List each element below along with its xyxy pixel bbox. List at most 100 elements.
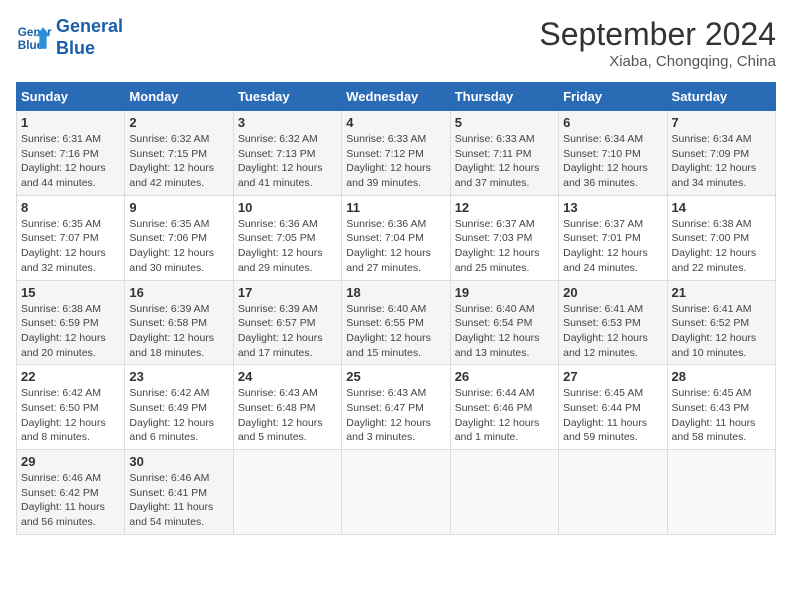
- logo-text: General Blue: [56, 16, 123, 59]
- day-number: 4: [346, 115, 445, 130]
- calendar-cell: 10 Sunrise: 6:36 AM Sunset: 7:05 PM Dayl…: [233, 195, 341, 280]
- calendar-cell: 11 Sunrise: 6:36 AM Sunset: 7:04 PM Dayl…: [342, 195, 450, 280]
- day-info: Sunrise: 6:31 AM Sunset: 7:16 PM Dayligh…: [21, 132, 120, 191]
- calendar-cell: 22 Sunrise: 6:42 AM Sunset: 6:50 PM Dayl…: [17, 365, 125, 450]
- weekday-header: Friday: [559, 83, 667, 111]
- day-info: Sunrise: 6:45 AM Sunset: 6:44 PM Dayligh…: [563, 386, 662, 445]
- calendar-cell: [667, 450, 775, 535]
- day-number: 10: [238, 200, 337, 215]
- calendar-cell: 16 Sunrise: 6:39 AM Sunset: 6:58 PM Dayl…: [125, 280, 233, 365]
- calendar-week-row: 1 Sunrise: 6:31 AM Sunset: 7:16 PM Dayli…: [17, 111, 776, 196]
- calendar-cell: 23 Sunrise: 6:42 AM Sunset: 6:49 PM Dayl…: [125, 365, 233, 450]
- calendar-cell: 6 Sunrise: 6:34 AM Sunset: 7:10 PM Dayli…: [559, 111, 667, 196]
- weekday-header: Wednesday: [342, 83, 450, 111]
- day-info: Sunrise: 6:38 AM Sunset: 7:00 PM Dayligh…: [672, 217, 771, 276]
- day-number: 21: [672, 285, 771, 300]
- day-number: 13: [563, 200, 662, 215]
- day-info: Sunrise: 6:42 AM Sunset: 6:50 PM Dayligh…: [21, 386, 120, 445]
- day-info: Sunrise: 6:46 AM Sunset: 6:42 PM Dayligh…: [21, 471, 120, 530]
- day-number: 9: [129, 200, 228, 215]
- day-info: Sunrise: 6:40 AM Sunset: 6:54 PM Dayligh…: [455, 302, 554, 361]
- calendar-cell: 9 Sunrise: 6:35 AM Sunset: 7:06 PM Dayli…: [125, 195, 233, 280]
- day-number: 20: [563, 285, 662, 300]
- calendar-cell: 8 Sunrise: 6:35 AM Sunset: 7:07 PM Dayli…: [17, 195, 125, 280]
- day-info: Sunrise: 6:46 AM Sunset: 6:41 PM Dayligh…: [129, 471, 228, 530]
- day-info: Sunrise: 6:45 AM Sunset: 6:43 PM Dayligh…: [672, 386, 771, 445]
- day-number: 16: [129, 285, 228, 300]
- calendar-cell: 3 Sunrise: 6:32 AM Sunset: 7:13 PM Dayli…: [233, 111, 341, 196]
- page-header: General Blue General Blue September 2024…: [16, 16, 776, 70]
- calendar-cell: [342, 450, 450, 535]
- day-number: 27: [563, 369, 662, 384]
- weekday-header: Thursday: [450, 83, 558, 111]
- day-info: Sunrise: 6:35 AM Sunset: 7:07 PM Dayligh…: [21, 217, 120, 276]
- day-info: Sunrise: 6:35 AM Sunset: 7:06 PM Dayligh…: [129, 217, 228, 276]
- weekday-header-row: SundayMondayTuesdayWednesdayThursdayFrid…: [17, 83, 776, 111]
- calendar-cell: 24 Sunrise: 6:43 AM Sunset: 6:48 PM Dayl…: [233, 365, 341, 450]
- day-info: Sunrise: 6:33 AM Sunset: 7:12 PM Dayligh…: [346, 132, 445, 191]
- day-info: Sunrise: 6:39 AM Sunset: 6:57 PM Dayligh…: [238, 302, 337, 361]
- calendar-cell: 15 Sunrise: 6:38 AM Sunset: 6:59 PM Dayl…: [17, 280, 125, 365]
- calendar-cell: 29 Sunrise: 6:46 AM Sunset: 6:42 PM Dayl…: [17, 450, 125, 535]
- day-info: Sunrise: 6:43 AM Sunset: 6:48 PM Dayligh…: [238, 386, 337, 445]
- day-number: 18: [346, 285, 445, 300]
- day-number: 25: [346, 369, 445, 384]
- day-number: 30: [129, 454, 228, 469]
- calendar-cell: 27 Sunrise: 6:45 AM Sunset: 6:44 PM Dayl…: [559, 365, 667, 450]
- calendar-cell: 1 Sunrise: 6:31 AM Sunset: 7:16 PM Dayli…: [17, 111, 125, 196]
- calendar-cell: 14 Sunrise: 6:38 AM Sunset: 7:00 PM Dayl…: [667, 195, 775, 280]
- day-number: 12: [455, 200, 554, 215]
- calendar-cell: [559, 450, 667, 535]
- weekday-header: Monday: [125, 83, 233, 111]
- calendar-week-row: 8 Sunrise: 6:35 AM Sunset: 7:07 PM Dayli…: [17, 195, 776, 280]
- day-number: 6: [563, 115, 662, 130]
- day-number: 11: [346, 200, 445, 215]
- day-info: Sunrise: 6:43 AM Sunset: 6:47 PM Dayligh…: [346, 386, 445, 445]
- day-number: 8: [21, 200, 120, 215]
- calendar-cell: 4 Sunrise: 6:33 AM Sunset: 7:12 PM Dayli…: [342, 111, 450, 196]
- calendar-cell: 17 Sunrise: 6:39 AM Sunset: 6:57 PM Dayl…: [233, 280, 341, 365]
- logo: General Blue General Blue: [16, 16, 123, 59]
- day-number: 17: [238, 285, 337, 300]
- day-info: Sunrise: 6:32 AM Sunset: 7:13 PM Dayligh…: [238, 132, 337, 191]
- calendar-cell: [233, 450, 341, 535]
- calendar-cell: 5 Sunrise: 6:33 AM Sunset: 7:11 PM Dayli…: [450, 111, 558, 196]
- day-info: Sunrise: 6:37 AM Sunset: 7:01 PM Dayligh…: [563, 217, 662, 276]
- day-number: 5: [455, 115, 554, 130]
- day-number: 22: [21, 369, 120, 384]
- calendar-table: SundayMondayTuesdayWednesdayThursdayFrid…: [16, 82, 776, 535]
- day-info: Sunrise: 6:41 AM Sunset: 6:52 PM Dayligh…: [672, 302, 771, 361]
- day-number: 15: [21, 285, 120, 300]
- day-info: Sunrise: 6:36 AM Sunset: 7:04 PM Dayligh…: [346, 217, 445, 276]
- day-info: Sunrise: 6:44 AM Sunset: 6:46 PM Dayligh…: [455, 386, 554, 445]
- calendar-cell: 30 Sunrise: 6:46 AM Sunset: 6:41 PM Dayl…: [125, 450, 233, 535]
- day-number: 7: [672, 115, 771, 130]
- day-info: Sunrise: 6:38 AM Sunset: 6:59 PM Dayligh…: [21, 302, 120, 361]
- calendar-cell: [450, 450, 558, 535]
- day-number: 28: [672, 369, 771, 384]
- weekday-header: Saturday: [667, 83, 775, 111]
- title-block: September 2024 Xiaba, Chongqing, China: [539, 16, 776, 70]
- day-number: 23: [129, 369, 228, 384]
- day-number: 29: [21, 454, 120, 469]
- day-number: 14: [672, 200, 771, 215]
- day-number: 3: [238, 115, 337, 130]
- day-info: Sunrise: 6:39 AM Sunset: 6:58 PM Dayligh…: [129, 302, 228, 361]
- calendar-cell: 19 Sunrise: 6:40 AM Sunset: 6:54 PM Dayl…: [450, 280, 558, 365]
- day-info: Sunrise: 6:33 AM Sunset: 7:11 PM Dayligh…: [455, 132, 554, 191]
- calendar-week-row: 29 Sunrise: 6:46 AM Sunset: 6:42 PM Dayl…: [17, 450, 776, 535]
- day-number: 19: [455, 285, 554, 300]
- day-info: Sunrise: 6:37 AM Sunset: 7:03 PM Dayligh…: [455, 217, 554, 276]
- calendar-week-row: 22 Sunrise: 6:42 AM Sunset: 6:50 PM Dayl…: [17, 365, 776, 450]
- day-info: Sunrise: 6:41 AM Sunset: 6:53 PM Dayligh…: [563, 302, 662, 361]
- location: Xiaba, Chongqing, China: [539, 53, 776, 70]
- day-number: 2: [129, 115, 228, 130]
- day-number: 1: [21, 115, 120, 130]
- logo-icon: General Blue: [16, 20, 52, 56]
- day-number: 24: [238, 369, 337, 384]
- calendar-cell: 25 Sunrise: 6:43 AM Sunset: 6:47 PM Dayl…: [342, 365, 450, 450]
- day-info: Sunrise: 6:40 AM Sunset: 6:55 PM Dayligh…: [346, 302, 445, 361]
- calendar-cell: 2 Sunrise: 6:32 AM Sunset: 7:15 PM Dayli…: [125, 111, 233, 196]
- calendar-cell: 7 Sunrise: 6:34 AM Sunset: 7:09 PM Dayli…: [667, 111, 775, 196]
- weekday-header: Sunday: [17, 83, 125, 111]
